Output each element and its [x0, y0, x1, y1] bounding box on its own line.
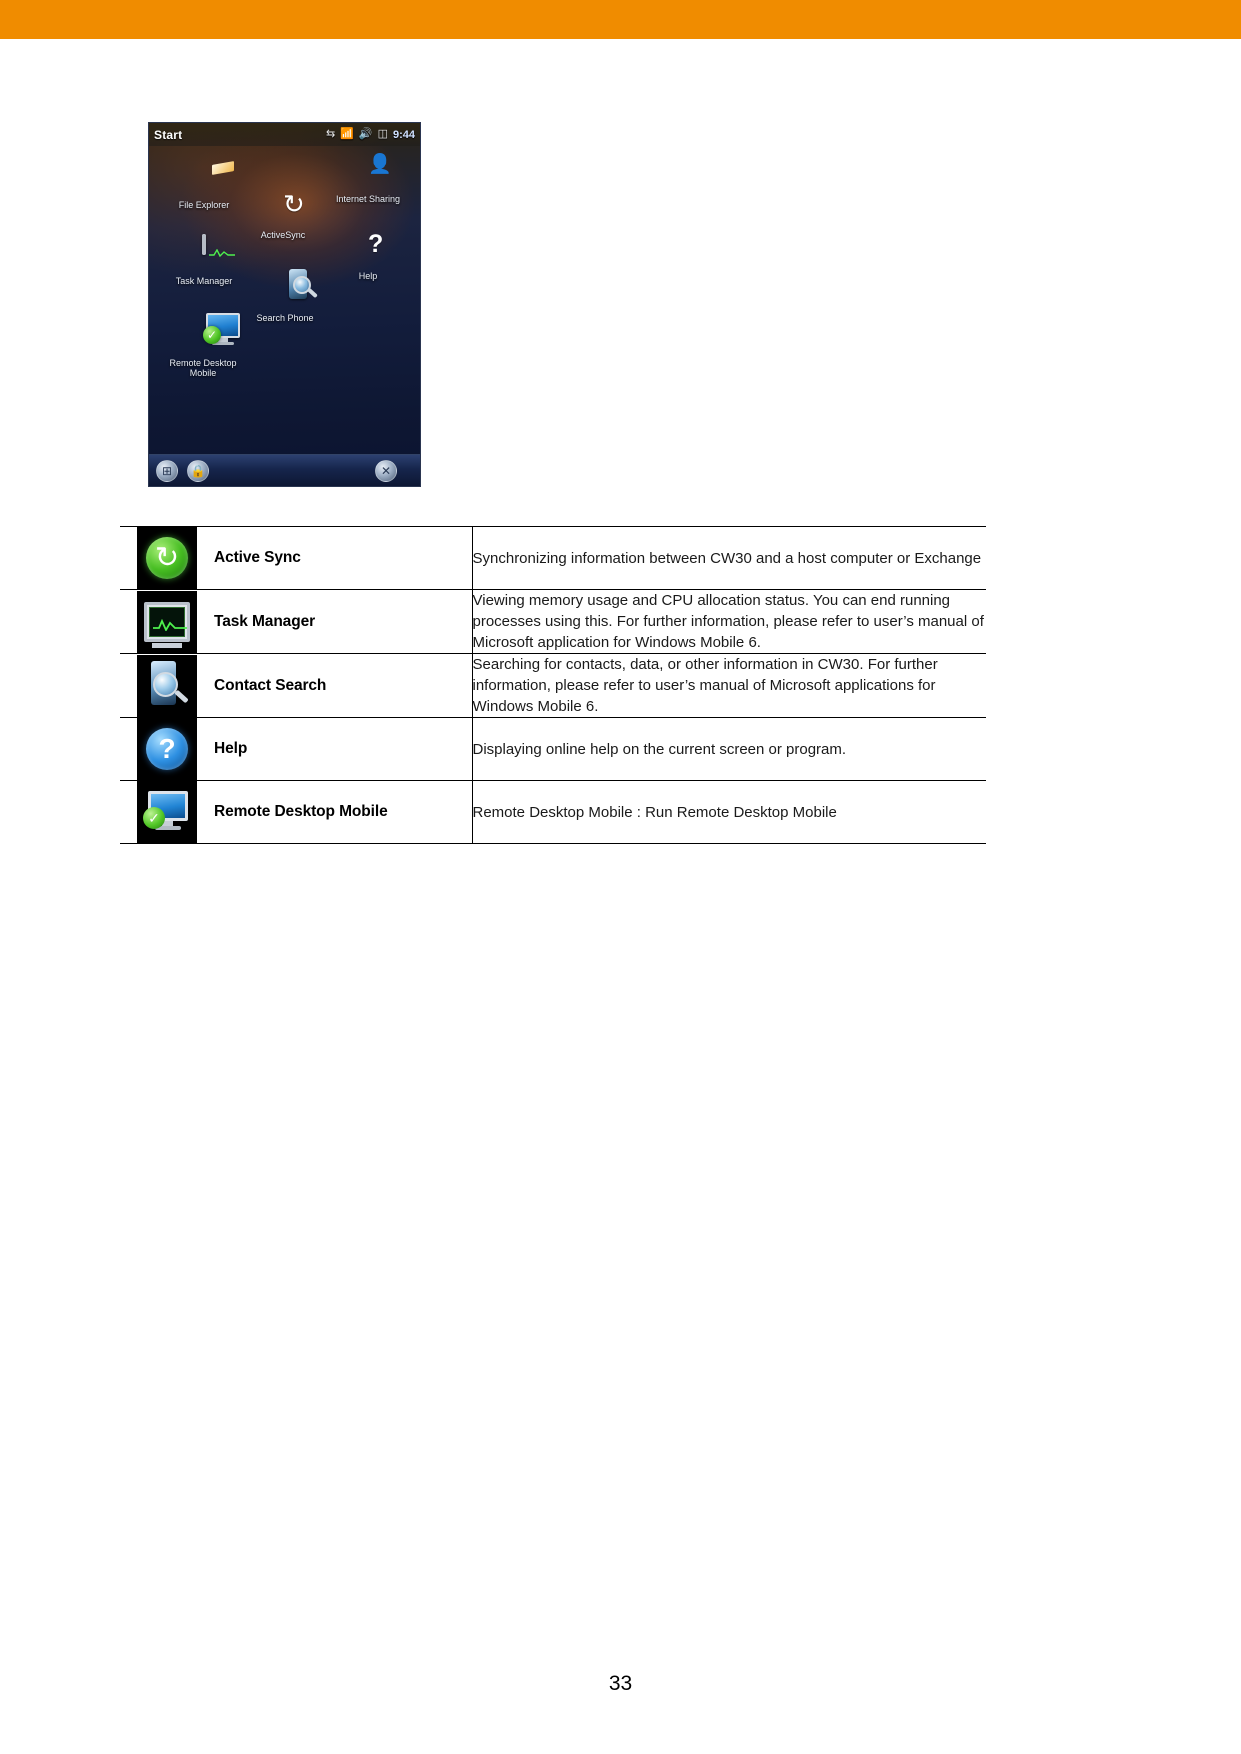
page-number: 33 — [608, 1672, 633, 1695]
windows-start-icon[interactable]: ⊞ — [156, 459, 178, 482]
device-icon-label: Remote Desktop Mobile — [169, 358, 237, 378]
page-header-banner — [0, 0, 1241, 39]
table-cell-icon — [120, 527, 214, 590]
table-cell-name: Active Sync — [214, 526, 473, 590]
device-icon-search-phone[interactable]: Search Phone — [239, 268, 331, 323]
status-tray: ⇆ 📶 🔊 ◫ 9:44 — [326, 129, 415, 141]
device-icon-help[interactable]: Help — [322, 226, 414, 281]
remote-desktop-icon — [137, 781, 197, 843]
table-row: Active Sync Synchronizing information be… — [120, 526, 986, 590]
device-icon-remote-desktop[interactable]: Remote Desktop Mobile — [157, 313, 249, 378]
clock-label: 9:44 — [392, 128, 415, 141]
device-icon-internet-sharing[interactable]: Internet Sharing — [322, 149, 414, 204]
table-cell-description: Searching for contacts, data, or other i… — [472, 656, 938, 715]
contact-search-icon — [137, 654, 197, 717]
waveform-icon — [209, 249, 235, 257]
device-icon-label: Help — [358, 271, 378, 281]
table-cell-icon — [120, 654, 214, 718]
table-cell-name: Task Manager — [214, 589, 473, 654]
help-icon — [349, 226, 387, 264]
table-cell-name: Help — [214, 717, 473, 781]
lock-icon[interactable]: 🔒 — [187, 459, 209, 482]
table-row: Contact Search Searching for contacts, d… — [120, 653, 986, 718]
start-label[interactable]: Start — [154, 128, 182, 142]
table-cell-icon — [120, 718, 214, 781]
signal-icon: 📶 — [340, 128, 354, 140]
device-taskbar: ⊞ 🔒 ✕ — [149, 454, 420, 486]
table-row: Help Displaying online help on the curre… — [120, 717, 986, 781]
volume-icon: 🔊 — [358, 128, 373, 140]
remote-desktop-icon — [184, 313, 240, 351]
task-manager-icon — [185, 234, 235, 274]
connectivity-icon: ⇆ — [325, 128, 336, 140]
waveform-icon — [153, 618, 187, 631]
device-screenshot-figure: Start ⇆ 📶 🔊 ◫ 9:44 File Explorer Interne… — [148, 122, 421, 487]
help-icon — [137, 718, 197, 780]
device-icon-label: Search Phone — [256, 313, 314, 323]
table-cell-name: Contact Search — [214, 653, 473, 718]
table-cell-description: Remote Desktop Mobile : Run Remote Deskt… — [472, 803, 837, 821]
table-cell-description: Viewing memory usage and CPU allocation … — [472, 592, 984, 651]
table-cell-icon — [120, 781, 214, 844]
device-title-bar: Start ⇆ 📶 🔊 ◫ 9:44 — [149, 123, 420, 146]
table-cell-description: Displaying online help on the current sc… — [472, 740, 847, 758]
activesync-icon — [264, 185, 302, 223]
device-icon-label: Task Manager — [175, 276, 233, 286]
table-cell-icon — [120, 590, 214, 654]
device-icon-activesync[interactable]: ActiveSync — [237, 185, 329, 240]
task-manager-icon — [137, 590, 197, 653]
device-icon-label: ActiveSync — [260, 230, 306, 240]
icon-description-table: Active Sync Synchronizing information be… — [120, 526, 986, 844]
device-icon-label: Internet Sharing — [335, 194, 401, 204]
table-cell-name: Remote Desktop Mobile — [214, 780, 473, 844]
activesync-icon — [137, 527, 197, 589]
folder-icon — [185, 155, 223, 193]
table-row: Remote Desktop Mobile Remote Desktop Mob… — [120, 780, 986, 844]
battery-icon: ◫ — [377, 128, 388, 140]
device-icon-task-manager[interactable]: Task Manager — [158, 234, 250, 286]
close-icon[interactable]: ✕ — [375, 459, 397, 482]
internet-sharing-icon — [349, 149, 387, 187]
table-cell-description: Synchronizing information between CW30 a… — [472, 549, 982, 567]
search-phone-icon — [266, 268, 318, 306]
table-row: Task Manager Viewing memory usage and CP… — [120, 589, 986, 654]
